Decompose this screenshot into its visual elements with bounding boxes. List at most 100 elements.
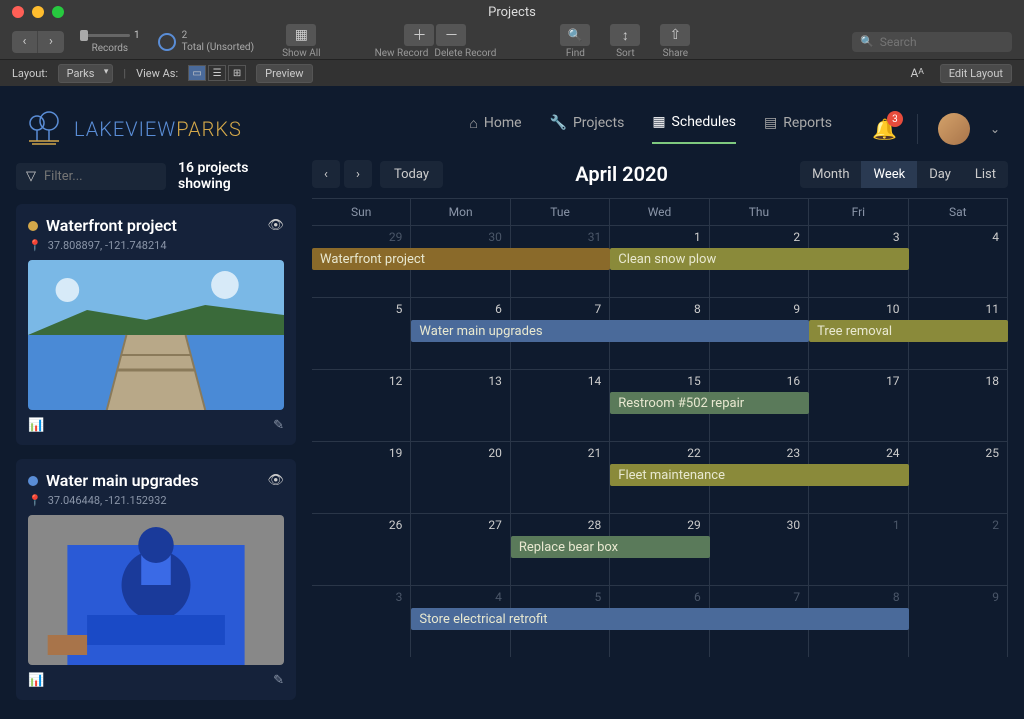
calendar-day[interactable]: 1 [809, 514, 908, 585]
calendar-day[interactable]: 14 [511, 370, 610, 441]
dow-header: Thu [710, 199, 809, 225]
user-avatar[interactable] [938, 113, 970, 145]
calendar-event[interactable]: Water main upgrades [411, 320, 809, 342]
view-week[interactable]: Week [861, 161, 917, 188]
edit-icon[interactable]: ✎ [273, 418, 284, 433]
brand-lakeview: LAKEVIEW [74, 117, 176, 141]
calendar-event[interactable]: Waterfront project [312, 248, 610, 270]
calendar-day[interactable]: 9 [909, 586, 1008, 657]
view-switcher: Month Week Day List [800, 161, 1008, 188]
show-all-button[interactable]: ▦ [286, 24, 316, 46]
dow-header: Wed [610, 199, 709, 225]
tab-projects[interactable]: 🔧Projects [550, 114, 625, 144]
app-header: LAKEVIEWPARKS ⌂Home 🔧Projects ▦Schedules… [0, 86, 1024, 156]
history-nav: ‹ › [12, 31, 64, 53]
home-icon: ⌂ [469, 115, 477, 132]
calendar-day[interactable]: 19 [312, 442, 411, 513]
chart-icon[interactable]: 📊 [28, 673, 44, 688]
find-button[interactable]: 🔍 [560, 24, 590, 46]
delete-record-button[interactable]: － [436, 24, 466, 46]
back-button[interactable]: ‹ [12, 31, 38, 53]
record-slider[interactable]: 1 Records [80, 30, 140, 54]
search-icon: 🔍 [860, 35, 874, 48]
cal-next-button[interactable]: › [344, 160, 372, 188]
calendar-day[interactable]: 25 [909, 442, 1008, 513]
brand-parks: PARKS [176, 117, 242, 141]
window-titlebar: Projects [0, 0, 1024, 24]
filter-box[interactable]: ▽ [16, 163, 166, 190]
wrench-icon: 🔧 [550, 115, 567, 131]
new-record-button[interactable]: ＋ [404, 24, 434, 46]
calendar-day[interactable]: 20 [411, 442, 510, 513]
view-form-icon[interactable]: ▭ [188, 65, 206, 81]
calendar-event[interactable]: Fleet maintenance [610, 464, 908, 486]
filter-icon: ▽ [26, 169, 36, 184]
layout-bar: Layout: Parks | View As: ▭ ☰ ⊞ Preview A… [0, 60, 1024, 86]
view-list[interactable]: List [963, 161, 1008, 188]
dow-header: Sun [312, 199, 411, 225]
calendar-event[interactable]: Restroom #502 repair [610, 392, 809, 414]
filter-input[interactable] [44, 169, 156, 184]
cal-prev-button[interactable]: ‹ [312, 160, 340, 188]
calendar-event[interactable]: Clean snow plow [610, 248, 908, 270]
chevron-down-icon[interactable]: ⌄ [990, 122, 1000, 136]
calendar-event[interactable]: Tree removal [809, 320, 1008, 342]
calendar-week: 19202122232425Fleet maintenance [312, 441, 1008, 513]
calendar-day[interactable]: 3 [312, 586, 411, 657]
view-table-icon[interactable]: ⊞ [228, 65, 246, 81]
tab-home[interactable]: ⌂Home [469, 114, 521, 144]
calendar-day[interactable]: 18 [909, 370, 1008, 441]
records-label: Records [92, 43, 129, 54]
preview-button[interactable]: Preview [256, 64, 312, 83]
project-title: Waterfront project [46, 216, 259, 235]
calendar-day[interactable]: 26 [312, 514, 411, 585]
view-month[interactable]: Month [800, 161, 861, 188]
calendar-day[interactable]: 13 [411, 370, 510, 441]
edit-layout-button[interactable]: Edit Layout [940, 64, 1012, 83]
tab-schedules[interactable]: ▦Schedules [652, 114, 736, 144]
view-day[interactable]: Day [917, 161, 963, 188]
close-window-button[interactable] [12, 6, 24, 18]
calendar-day[interactable]: 12 [312, 370, 411, 441]
calendar-week: 262728293012Replace bear box [312, 513, 1008, 585]
layout-select[interactable]: Parks [58, 64, 114, 83]
forward-button[interactable]: › [38, 31, 64, 53]
calendar-day[interactable]: 2 [909, 514, 1008, 585]
calendar-icon: ▦ [652, 114, 665, 130]
share-button[interactable]: ⇧ [660, 24, 690, 46]
view-as-icons: ▭ ☰ ⊞ [188, 65, 246, 81]
edit-icon[interactable]: ✎ [273, 673, 284, 688]
text-size-icon[interactable]: Aᴬ [910, 66, 923, 80]
sort-label: Sort [616, 48, 635, 59]
notifications-button[interactable]: 🔔 3 [872, 117, 897, 141]
visibility-icon[interactable]: 👁 [267, 218, 284, 233]
record-info: 2 Total (Unsorted) [158, 30, 254, 54]
view-as-label: View As: [136, 67, 178, 80]
tab-reports[interactable]: ▤Reports [764, 114, 832, 144]
project-card[interactable]: Waterfront project 👁 📍 37.808897, -121.7… [16, 204, 296, 445]
sort-button[interactable]: ↕ [610, 24, 640, 46]
today-button[interactable]: Today [380, 161, 443, 188]
project-card[interactable]: Water main upgrades 👁 📍 37.046448, -121.… [16, 459, 296, 700]
app-toolbar: ‹ › 1 Records 2 Total (Unsorted) ▦ Show … [0, 24, 1024, 60]
project-coords: 37.046448, -121.152932 [48, 494, 167, 507]
calendar-event[interactable]: Replace bear box [511, 536, 710, 558]
calendar-day[interactable]: 30 [710, 514, 809, 585]
calendar-day[interactable]: 5 [312, 298, 411, 369]
total-label: Total (Unsorted) [182, 42, 254, 54]
minimize-window-button[interactable] [32, 6, 44, 18]
calendar-day[interactable]: 21 [511, 442, 610, 513]
project-coords: 37.808897, -121.748214 [48, 239, 167, 252]
calendar-day[interactable]: 27 [411, 514, 510, 585]
search-input[interactable] [880, 35, 1004, 49]
search-box[interactable]: 🔍 [852, 32, 1012, 52]
visibility-icon[interactable]: 👁 [267, 473, 284, 488]
main-nav: ⌂Home 🔧Projects ▦Schedules ▤Reports [469, 114, 832, 144]
calendar-title: April 2020 [443, 162, 800, 186]
calendar-day[interactable]: 4 [909, 226, 1008, 297]
calendar-event[interactable]: Store electrical retrofit [411, 608, 908, 630]
view-list-icon[interactable]: ☰ [208, 65, 226, 81]
calendar-day[interactable]: 17 [809, 370, 908, 441]
maximize-window-button[interactable] [52, 6, 64, 18]
chart-icon[interactable]: 📊 [28, 418, 44, 433]
